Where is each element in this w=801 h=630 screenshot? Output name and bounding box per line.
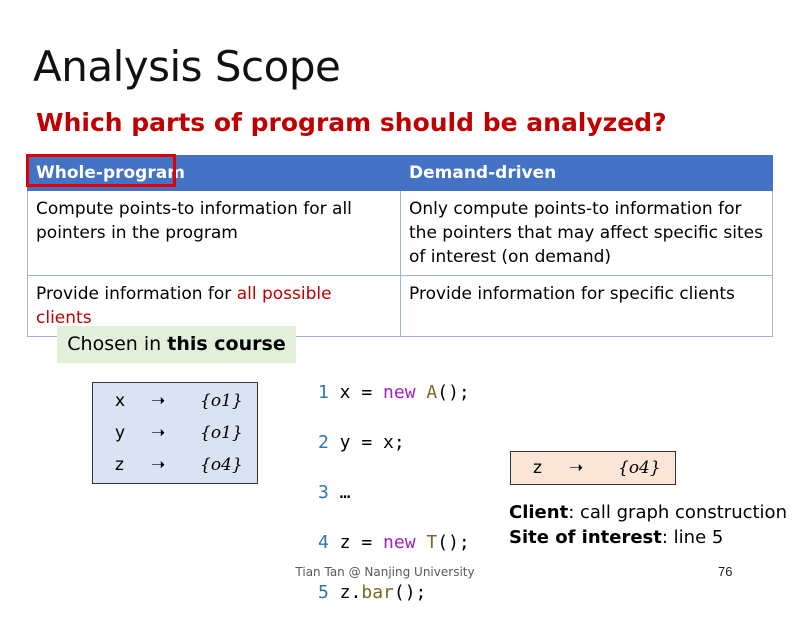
- site-value: : line 5: [661, 527, 724, 548]
- site-label: Site of interest: [509, 527, 662, 548]
- line-number: 2: [318, 432, 329, 453]
- code-type: T: [415, 532, 438, 553]
- comparison-table: Whole-program Demand-driven Compute poin…: [27, 155, 773, 337]
- code-text: ();: [437, 532, 470, 553]
- client-points-to-box: z ➝ {o4}: [510, 451, 676, 485]
- footer-credit: Tian Tan @ Nanjing University: [295, 565, 475, 579]
- code-text: y = x;: [328, 432, 405, 453]
- arrow-icon: ➝: [569, 458, 584, 478]
- cell-text: Provide information for: [36, 284, 237, 304]
- page-number: 76: [718, 564, 733, 579]
- line-number: 1: [318, 382, 329, 403]
- points-to-row: y ➝ {o1}: [93, 417, 257, 449]
- line-number: 4: [318, 532, 329, 553]
- code-type: A: [415, 382, 438, 403]
- code-text: ();: [437, 382, 470, 403]
- code-keyword: new: [383, 382, 416, 403]
- header-whole-program: Whole-program: [27, 155, 401, 191]
- points-to-row: z ➝ {o4}: [93, 449, 257, 481]
- points-to-set: {o4}: [618, 458, 661, 478]
- chosen-prefix: Chosen in: [67, 333, 168, 355]
- code-line: 1 x = new A();: [318, 380, 470, 405]
- client-value: : call graph construction: [568, 502, 787, 523]
- var-label: z: [533, 458, 542, 478]
- var-label: y: [115, 423, 126, 443]
- slide-title: Analysis Scope: [33, 42, 341, 91]
- points-to-set: {o1}: [200, 391, 243, 411]
- line-number: 3: [318, 482, 329, 503]
- code-text: x =: [328, 382, 384, 403]
- var-label: z: [115, 455, 124, 475]
- code-line: 5 z.bar();: [318, 580, 470, 605]
- code-line: 2 y = x;: [318, 430, 470, 455]
- slide-subtitle: Which parts of program should be analyze…: [36, 108, 667, 137]
- cell-demand-clients: Provide information for specific clients: [400, 275, 773, 337]
- header-demand-driven: Demand-driven: [400, 155, 773, 191]
- code-text: …: [328, 482, 351, 503]
- arrow-icon: ➝: [151, 455, 166, 475]
- client-label: Client: [509, 502, 569, 523]
- code-text: z =: [328, 532, 384, 553]
- code-line: 4 z = new T();: [318, 530, 470, 555]
- cell-demand-compute: Only compute points-to information for t…: [400, 190, 773, 276]
- chosen-label: Chosen in this course: [57, 326, 296, 363]
- points-to-set: {o1}: [200, 423, 243, 443]
- points-to-row: x ➝ {o1}: [93, 385, 257, 417]
- cell-whole-compute: Compute points-to information for all po…: [27, 190, 401, 276]
- table-row: Compute points-to information for all po…: [27, 190, 773, 276]
- code-keyword: new: [383, 532, 416, 553]
- code-text: ();: [393, 582, 427, 603]
- code-block: 1 x = new A(); 2 y = x; 3 … 4 z = new T(…: [318, 355, 470, 630]
- var-label: x: [115, 391, 126, 411]
- site-line: Site of interest: line 5: [509, 525, 787, 550]
- table-header-row: Whole-program Demand-driven: [27, 155, 773, 191]
- arrow-icon: ➝: [151, 423, 166, 443]
- client-line: Client: call graph construction: [509, 500, 787, 525]
- line-number: 5: [318, 582, 329, 603]
- code-text: z.: [328, 582, 362, 603]
- arrow-icon: ➝: [151, 391, 166, 411]
- points-to-set: {o4}: [200, 455, 243, 475]
- client-info: Client: call graph construction Site of …: [509, 500, 787, 550]
- code-method: bar: [361, 582, 394, 603]
- code-line: 3 …: [318, 480, 470, 505]
- points-to-box: x ➝ {o1} y ➝ {o1} z ➝ {o4}: [92, 382, 258, 484]
- chosen-bold: this course: [167, 333, 286, 355]
